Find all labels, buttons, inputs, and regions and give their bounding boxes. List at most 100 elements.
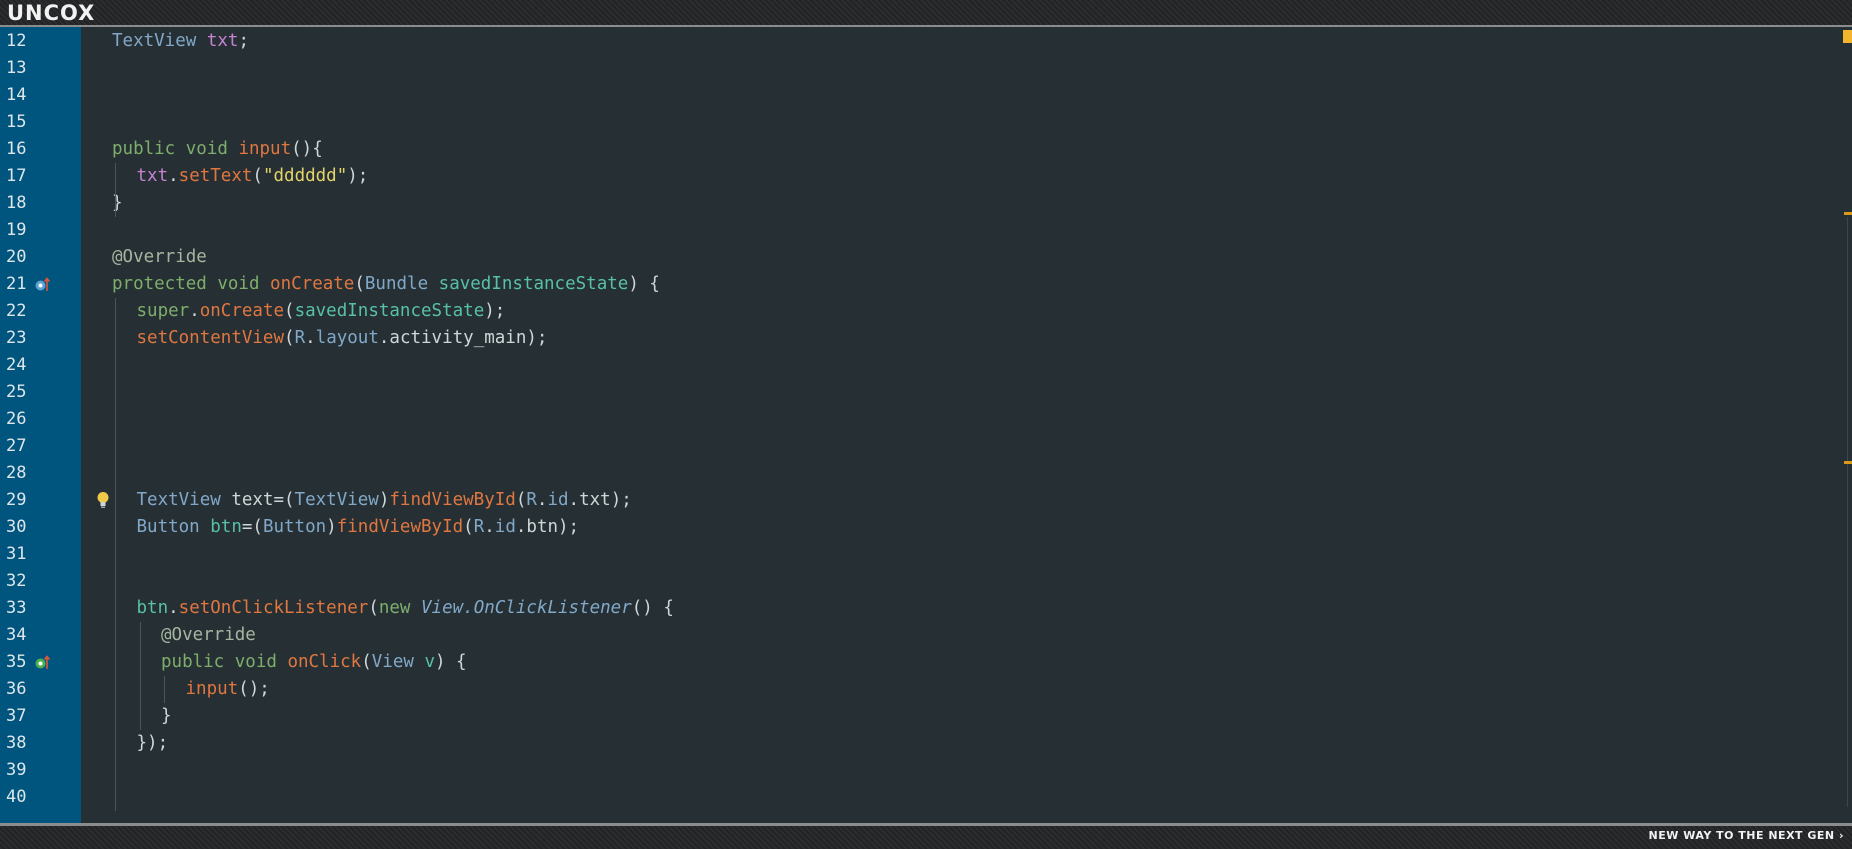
scroll-warning-marker[interactable] xyxy=(1844,212,1852,215)
code-token: R xyxy=(294,328,306,348)
code-token: ); xyxy=(484,301,506,321)
gutter-row[interactable]: 14 xyxy=(0,82,81,109)
code-token: @Override xyxy=(161,625,256,645)
line-number: 33 xyxy=(6,598,27,618)
gutter-row[interactable]: 15 xyxy=(0,109,81,136)
code-token: v xyxy=(424,652,435,672)
code-token: txt xyxy=(136,166,169,186)
lightbulb-icon[interactable] xyxy=(96,491,110,509)
override-circle-icon[interactable] xyxy=(35,277,50,292)
code-token: TextView xyxy=(294,490,379,510)
gutter-row[interactable]: 18 xyxy=(0,190,81,217)
code-line[interactable]: btn.setOnClickListener(new View.OnClickL… xyxy=(137,595,674,622)
gutter-row[interactable]: 27 xyxy=(0,433,81,460)
code-token: ) xyxy=(326,517,337,537)
gutter-row[interactable]: 37 xyxy=(0,703,81,730)
gutter-row[interactable]: 23 xyxy=(0,325,81,352)
code-token: setText xyxy=(178,166,253,186)
gutter-row[interactable]: 24 xyxy=(0,352,81,379)
gutter-row[interactable]: 32 xyxy=(0,568,81,595)
code-token: ; xyxy=(238,31,249,51)
code-token: } xyxy=(112,193,123,213)
code-token: } xyxy=(161,706,172,726)
line-number: 29 xyxy=(6,490,27,510)
code-token: findViewById xyxy=(389,490,516,510)
gutter-row[interactable]: 17 xyxy=(0,163,81,190)
gutter-row[interactable]: 35 xyxy=(0,649,81,676)
indent-guide xyxy=(140,622,141,730)
indent-guide xyxy=(164,676,165,703)
code-token: ); xyxy=(347,166,369,186)
line-number: 39 xyxy=(6,760,27,780)
line-number: 15 xyxy=(6,112,27,132)
gutter-row[interactable]: 25 xyxy=(0,379,81,406)
line-number: 24 xyxy=(6,355,27,375)
gutter-row[interactable]: 26 xyxy=(0,406,81,433)
code-token: @Override xyxy=(112,247,207,267)
code-line[interactable]: txt.setText("dddddd"); xyxy=(137,163,369,190)
line-number-gutter[interactable]: 12 13 14 15 16 17 18 19 20 21 22 23 24 25 26 27 28 29 30 31… xyxy=(0,27,81,823)
gutter-row[interactable]: 39 xyxy=(0,757,81,784)
line-number: 35 xyxy=(6,652,27,672)
code-token: View xyxy=(371,652,425,672)
line-number: 13 xyxy=(6,58,27,78)
code-token: R xyxy=(526,490,537,510)
code-token: savedInstanceState xyxy=(294,301,485,321)
code-token: ( xyxy=(361,652,372,672)
code-token: id xyxy=(494,517,516,537)
code-editor[interactable]: 12 13 14 15 16 17 18 19 20 21 22 23 24 25 26 27 28 29 30 31… xyxy=(0,27,1852,823)
gutter-row[interactable]: 38 xyxy=(0,730,81,757)
gutter-row[interactable]: 21 xyxy=(0,271,81,298)
code-line[interactable]: } xyxy=(112,190,123,217)
line-number: 31 xyxy=(6,544,27,564)
implement-circle-icon[interactable] xyxy=(35,655,50,670)
code-line[interactable]: input(); xyxy=(186,676,270,703)
gutter-row[interactable]: 30 xyxy=(0,514,81,541)
gutter-row[interactable]: 33 xyxy=(0,595,81,622)
code-line[interactable]: protected void onCreate(Bundle savedInst… xyxy=(112,271,660,298)
code-line[interactable]: TextView text=(TextView)findViewById(R.i… xyxy=(137,487,632,514)
gutter-row[interactable]: 20 xyxy=(0,244,81,271)
line-number: 12 xyxy=(6,31,27,51)
code-token: =( xyxy=(241,517,263,537)
code-token: input xyxy=(238,139,292,159)
indent-guide xyxy=(115,298,116,811)
code-line[interactable]: Button btn=(Button)findViewById(R.id.btn… xyxy=(137,514,580,541)
code-line[interactable]: TextView txt; xyxy=(112,28,249,55)
scrollbar-track[interactable] xyxy=(1847,217,1848,807)
top-bar: UNCOX xyxy=(0,0,1852,27)
code-line[interactable]: }); xyxy=(137,730,169,757)
code-line[interactable]: } xyxy=(161,703,172,730)
line-number: 36 xyxy=(6,679,27,699)
gutter-row[interactable]: 22 xyxy=(0,298,81,325)
gutter-row[interactable]: 36 xyxy=(0,676,81,703)
code-token: . xyxy=(305,328,316,348)
gutter-row[interactable]: 31 xyxy=(0,541,81,568)
code-token: "dddddd" xyxy=(262,166,348,186)
code-token: ) { xyxy=(434,652,467,672)
code-line[interactable]: public void input(){ xyxy=(112,136,323,163)
gutter-row[interactable]: 12 xyxy=(0,28,81,55)
scroll-warning-marker[interactable] xyxy=(1844,461,1852,464)
code-token: () { xyxy=(631,598,674,618)
code-line[interactable]: super.onCreate(savedInstanceState); xyxy=(137,298,506,325)
code-line[interactable]: public void onClick(View v) { xyxy=(161,649,467,676)
code-line[interactable]: setContentView(R.layout.activity_main); xyxy=(137,325,548,352)
code-token: new xyxy=(378,598,422,618)
gutter-row[interactable]: 28 xyxy=(0,460,81,487)
code-token: ) { xyxy=(628,274,660,294)
code-line[interactable]: @Override xyxy=(161,622,256,649)
gutter-row[interactable]: 29 xyxy=(0,487,81,514)
code-line[interactable]: @Override xyxy=(112,244,207,271)
code-token: .txt); xyxy=(568,490,632,510)
gutter-row[interactable]: 13 xyxy=(0,55,81,82)
gutter-row[interactable]: 19 xyxy=(0,217,81,244)
tagline: NEW WAY TO THE NEXT GEN › xyxy=(1648,829,1844,842)
code-token: layout xyxy=(315,328,379,348)
gutter-row[interactable]: 34 xyxy=(0,622,81,649)
gutter-row[interactable]: 16 xyxy=(0,136,81,163)
gutter-row[interactable]: 40 xyxy=(0,784,81,811)
code-token: ( xyxy=(463,517,474,537)
scroll-focus-marker[interactable] xyxy=(1843,30,1852,43)
code-token: id xyxy=(547,490,569,510)
